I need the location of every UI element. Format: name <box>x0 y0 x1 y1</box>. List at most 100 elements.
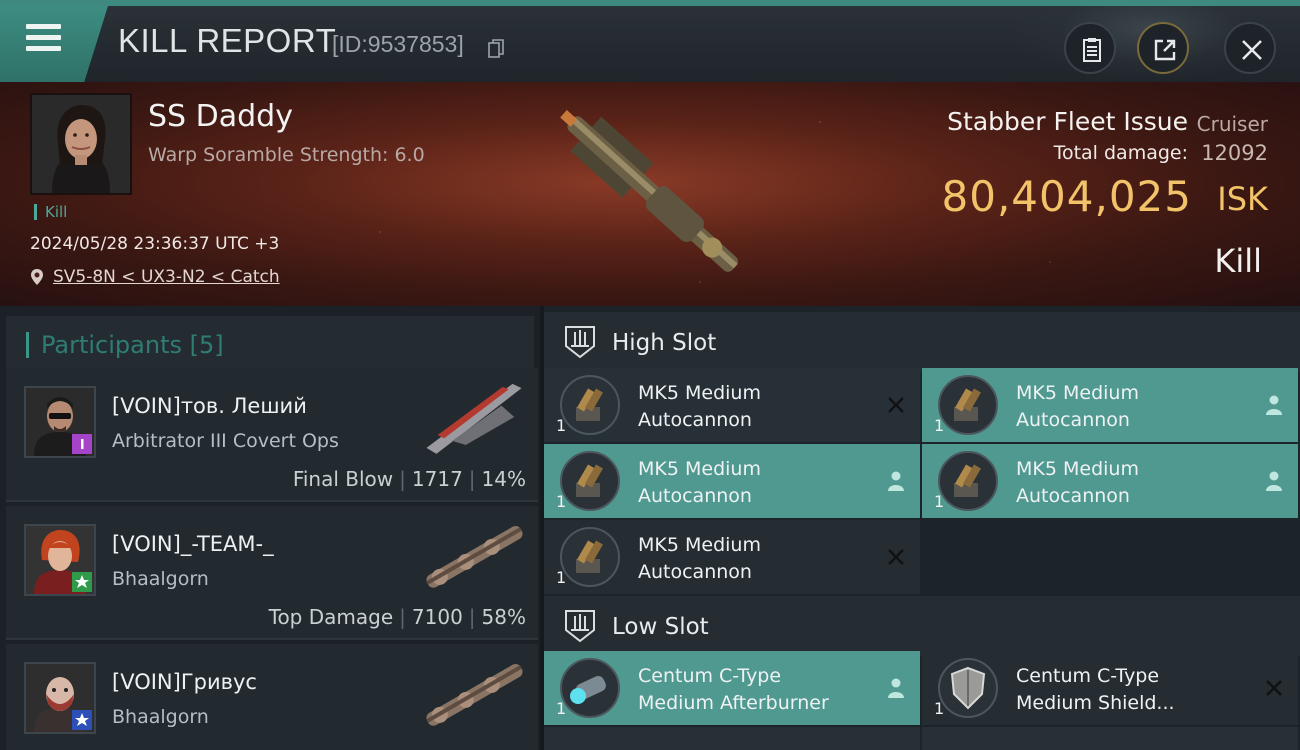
person-icon <box>1266 471 1282 491</box>
clipboard-button[interactable] <box>1064 22 1116 74</box>
module-quantity: 1 <box>556 492 567 511</box>
participants-title-text: Participants <box>41 331 182 359</box>
participant-name[interactable]: [VOIN]тов. Леший <box>112 394 307 418</box>
module-item[interactable]: 1 Centum C-Type Medium Afterburner <box>544 651 920 725</box>
module-name-line: Centum C-Type <box>638 665 782 687</box>
top-bar: KILL REPORT [ID:9537853] <box>0 0 1300 82</box>
module-name: Centum C-Type Medium Afterburner <box>638 663 868 717</box>
autocannon-icon <box>560 527 620 587</box>
module-quantity: 1 <box>934 416 945 435</box>
participant-percent: 58% <box>481 605 526 629</box>
participant-damage: 1717 <box>411 467 463 491</box>
person-icon <box>1266 395 1282 415</box>
module-name-line: MK5 Medium <box>638 458 761 480</box>
module-item[interactable]: 1 MK5 Medium Autocannon <box>922 368 1298 442</box>
participant-row[interactable]: [VOIN]тов. Леший Arbitrator III Covert O… <box>6 368 538 502</box>
kill-timestamp: 2024/05/28 23:36:37 UTC +3 <box>30 234 280 254</box>
kill-result: Kill <box>1214 242 1262 280</box>
clipboard-icon <box>1083 38 1101 62</box>
location-pin-icon <box>31 269 43 285</box>
participant-ship-image <box>426 383 522 454</box>
low-slot-header: Low Slot <box>544 596 1300 656</box>
share-button[interactable] <box>1137 22 1189 74</box>
x-mark-icon <box>888 397 904 413</box>
module-item[interactable]: 1 MK5 Medium Autocannon <box>544 368 920 442</box>
victim-ship-image[interactable] <box>530 92 770 302</box>
module-name-line: MK5 Medium <box>1016 458 1139 480</box>
share-icon <box>1154 39 1176 61</box>
module-name-line: Medium Afterburner <box>638 692 829 714</box>
menu-button[interactable] <box>0 6 108 82</box>
participant-ship: Bhaalgorn <box>112 706 209 728</box>
module-quantity: 1 <box>556 416 567 435</box>
module-name: Centum C-Type Medium Shield... <box>1016 663 1246 717</box>
module-name-line: Autocannon <box>638 561 752 583</box>
module-name-line: MK5 Medium <box>638 534 761 556</box>
participant-name[interactable]: [VOIN]_-TEAM-_ <box>112 532 274 556</box>
isk-unit: ISK <box>1217 180 1268 218</box>
autocannon-icon <box>938 375 998 435</box>
module-name-line: Autocannon <box>1016 409 1130 431</box>
participant-name[interactable]: [VOIN]Гривус <box>112 670 257 694</box>
module-name: MK5 Medium Autocannon <box>638 456 868 510</box>
module-item[interactable] <box>922 727 1298 750</box>
participants-count: [5] <box>189 331 224 359</box>
turret-slot-icon <box>565 610 595 643</box>
decorative-background <box>1010 6 1240 82</box>
module-item[interactable]: 1 MK5 Medium Autocannon <box>544 520 920 594</box>
kill-tag: Kill <box>34 204 67 220</box>
module-name-line: Autocannon <box>638 485 752 507</box>
character-avatar <box>32 95 130 193</box>
participant-percent: 14% <box>481 467 526 491</box>
stat-divider: | <box>399 467 406 491</box>
module-item[interactable]: 1 MK5 Medium Autocannon <box>922 444 1298 518</box>
copy-icon[interactable] <box>488 39 504 59</box>
participant-row[interactable]: [VOIN]Гривус Bhaalgorn <box>6 644 538 750</box>
participant-ship: Arbitrator III Covert Ops <box>112 430 339 452</box>
participant-ship-image <box>426 526 523 588</box>
participant-stat-label: Top Damage <box>268 605 394 629</box>
victim-summary: SS Daddy Warp Soramble Strength: 6.0 Kil… <box>0 82 1300 306</box>
participant-ship: Bhaalgorn <box>112 568 209 590</box>
alliance-badge <box>72 710 92 730</box>
high-slot-title: High Slot <box>612 330 717 356</box>
close-icon <box>1242 40 1262 60</box>
person-icon <box>888 471 904 491</box>
alliance-badge <box>72 572 92 592</box>
hamburger-menu-icon <box>26 35 61 40</box>
page-title: KILL REPORT <box>118 22 337 59</box>
module-item[interactable] <box>544 727 920 750</box>
participants-title: Participants [5] <box>26 332 224 358</box>
module-name-line: MK5 Medium <box>638 382 761 404</box>
warp-scramble-strength: Warp Soramble Strength: 6.0 <box>148 144 425 166</box>
autocannon-icon <box>560 375 620 435</box>
module-name: MK5 Medium Autocannon <box>638 532 868 586</box>
participant-stats: Top Damage | 7100 | 58% <box>269 605 526 629</box>
fitting-panel: High Slot 1 MK5 Medium Autocannon 1 MK5 M… <box>544 306 1300 750</box>
hamburger-menu-icon <box>26 24 61 29</box>
x-mark-icon <box>888 549 904 565</box>
module-quantity: 1 <box>556 568 567 587</box>
stat-divider: | <box>399 605 406 629</box>
module-item[interactable]: 1 MK5 Medium Autocannon <box>544 444 920 518</box>
kill-location-link[interactable]: SV5-8N < UX3-N2 < Catch <box>53 267 280 287</box>
victim-name[interactable]: SS Daddy <box>148 99 293 134</box>
close-button[interactable] <box>1224 22 1276 74</box>
participant-stats: Final Blow | 1717 | 14% <box>293 467 526 491</box>
victim-portrait[interactable] <box>30 93 132 195</box>
participants-header: Participants [5] <box>6 316 534 372</box>
module-name: MK5 Medium Autocannon <box>1016 380 1246 434</box>
shield-icon <box>938 658 998 718</box>
victim-ship-name[interactable]: Stabber Fleet Issue <box>947 107 1188 136</box>
participant-row[interactable]: [VOIN]_-TEAM-_ Bhaalgorn Top Damage | 7100… <box>6 506 538 640</box>
report-id: [ID:9537853] <box>332 31 464 57</box>
person-icon <box>888 678 904 698</box>
total-damage-value: 12092 <box>1201 141 1268 165</box>
module-item[interactable]: 1 Centum C-Type Medium Shield... <box>922 651 1298 725</box>
module-name-line: Medium Shield... <box>1016 692 1175 714</box>
participant-stat-label: Final Blow <box>292 467 394 491</box>
total-damage-label: Total damage: <box>1053 142 1188 164</box>
low-slot-title: Low Slot <box>612 614 709 640</box>
participant-ship-image <box>426 664 523 726</box>
victim-ship-class: Cruiser <box>1196 112 1268 136</box>
